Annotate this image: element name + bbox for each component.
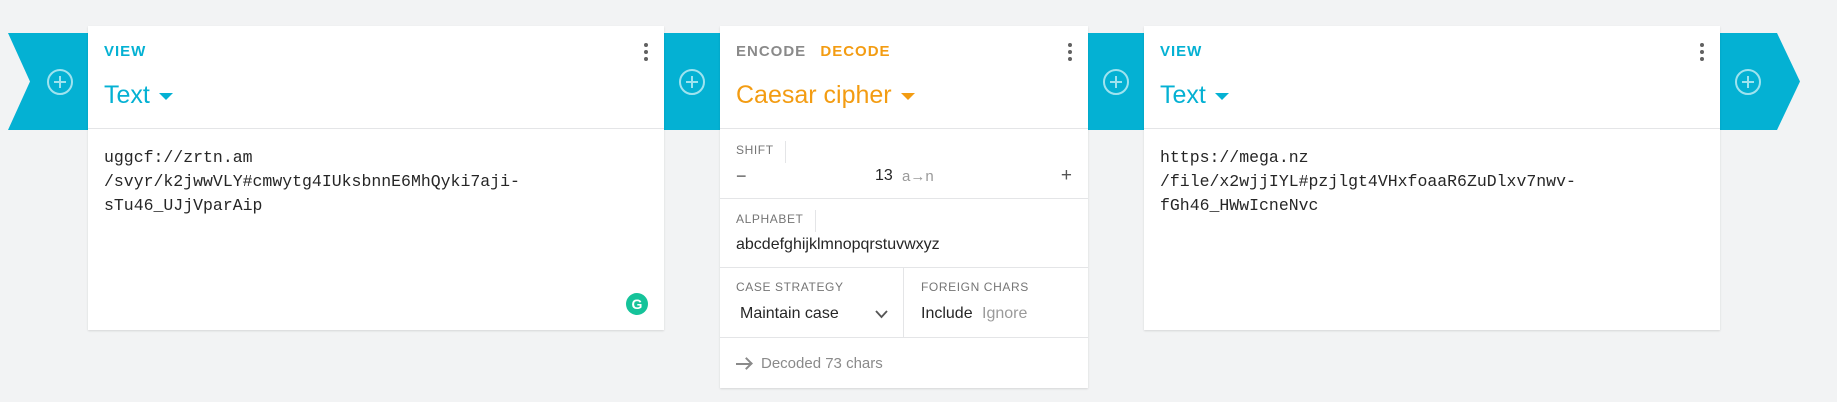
add-icon[interactable] <box>1735 69 1761 95</box>
more-vert-icon[interactable] <box>644 43 648 64</box>
view-tag: VIEW <box>104 43 147 60</box>
status-text: Decoded 73 chars <box>761 355 883 372</box>
tab-decode[interactable]: DECODE <box>820 43 890 60</box>
format-selector[interactable]: Text <box>1160 81 1229 110</box>
input-view-card: VIEW Text uggcf://zrtn.am /svyr/k2jwwVLY… <box>88 26 664 330</box>
card-header: VIEW Text <box>1144 26 1720 129</box>
case-strategy-field[interactable]: CASE STRATEGY Maintain case <box>720 268 904 337</box>
format-selector[interactable]: Text <box>104 81 173 110</box>
alphabet-field: ALPHABET abcdefghijklmnopqrstuvwxyz <box>720 199 1088 268</box>
alphabet-label-box: ALPHABET <box>736 210 816 232</box>
operation-name: Caesar cipher <box>736 81 892 109</box>
card-header: VIEW Text <box>88 26 664 129</box>
shift-value[interactable]: 13 <box>875 167 893 185</box>
add-icon[interactable] <box>1103 69 1129 95</box>
alphabet-label: ALPHABET <box>736 212 804 226</box>
minus-icon[interactable]: − <box>736 166 747 187</box>
foreign-chars-field: FOREIGN CHARS Include Ignore <box>905 268 1088 337</box>
case-strategy-value: Maintain case <box>740 305 839 322</box>
operation-selector[interactable]: Caesar cipher <box>736 81 915 110</box>
shift-field: SHIFT − 13 a→n + <box>720 130 1088 199</box>
format-label: Text <box>1160 81 1206 109</box>
options-row: CASE STRATEGY Maintain case FOREIGN CHAR… <box>720 268 1088 338</box>
add-icon[interactable] <box>47 69 73 95</box>
caret-down-icon <box>1214 93 1229 100</box>
input-text[interactable]: uggcf://zrtn.am /svyr/k2jwwVLY#cmwytg4IU… <box>104 146 520 218</box>
plus-icon[interactable]: + <box>1061 165 1072 187</box>
status-note: Decoded 73 chars <box>736 355 883 372</box>
tab-encode[interactable]: ENCODE <box>736 43 806 60</box>
shift-label-box: SHIFT <box>736 141 786 163</box>
shift-hint: a→n <box>902 168 934 185</box>
output-text[interactable]: https://mega.nz /file/x2wjjIYL#pzjlgt4VH… <box>1160 146 1576 218</box>
caret-down-icon <box>158 93 173 100</box>
mode-tabs: ENCODE DECODE <box>736 43 900 60</box>
view-tag: VIEW <box>1160 43 1203 60</box>
grammarly-icon[interactable]: G <box>626 293 648 315</box>
add-icon[interactable] <box>679 69 705 95</box>
alphabet-value[interactable]: abcdefghijklmnopqrstuvwxyz <box>736 236 940 254</box>
chevron-down-icon <box>875 310 888 319</box>
arrow-right-icon <box>736 362 751 365</box>
caret-down-icon <box>900 93 915 100</box>
more-vert-icon[interactable] <box>1700 43 1704 64</box>
foreign-chars-label: FOREIGN CHARS <box>921 280 1029 294</box>
foreign-option-ignore[interactable]: Ignore <box>982 305 1027 323</box>
foreign-option-include[interactable]: Include <box>921 305 973 323</box>
more-vert-icon[interactable] <box>1068 43 1072 64</box>
output-view-card: VIEW Text https://mega.nz /file/x2wjjIYL… <box>1144 26 1720 330</box>
format-label: Text <box>104 81 150 109</box>
card-header: ENCODE DECODE Caesar cipher <box>720 26 1088 129</box>
shift-label: SHIFT <box>736 143 774 157</box>
operation-card: ENCODE DECODE Caesar cipher SHIFT − 13 a… <box>720 26 1088 388</box>
case-strategy-label: CASE STRATEGY <box>736 280 844 294</box>
